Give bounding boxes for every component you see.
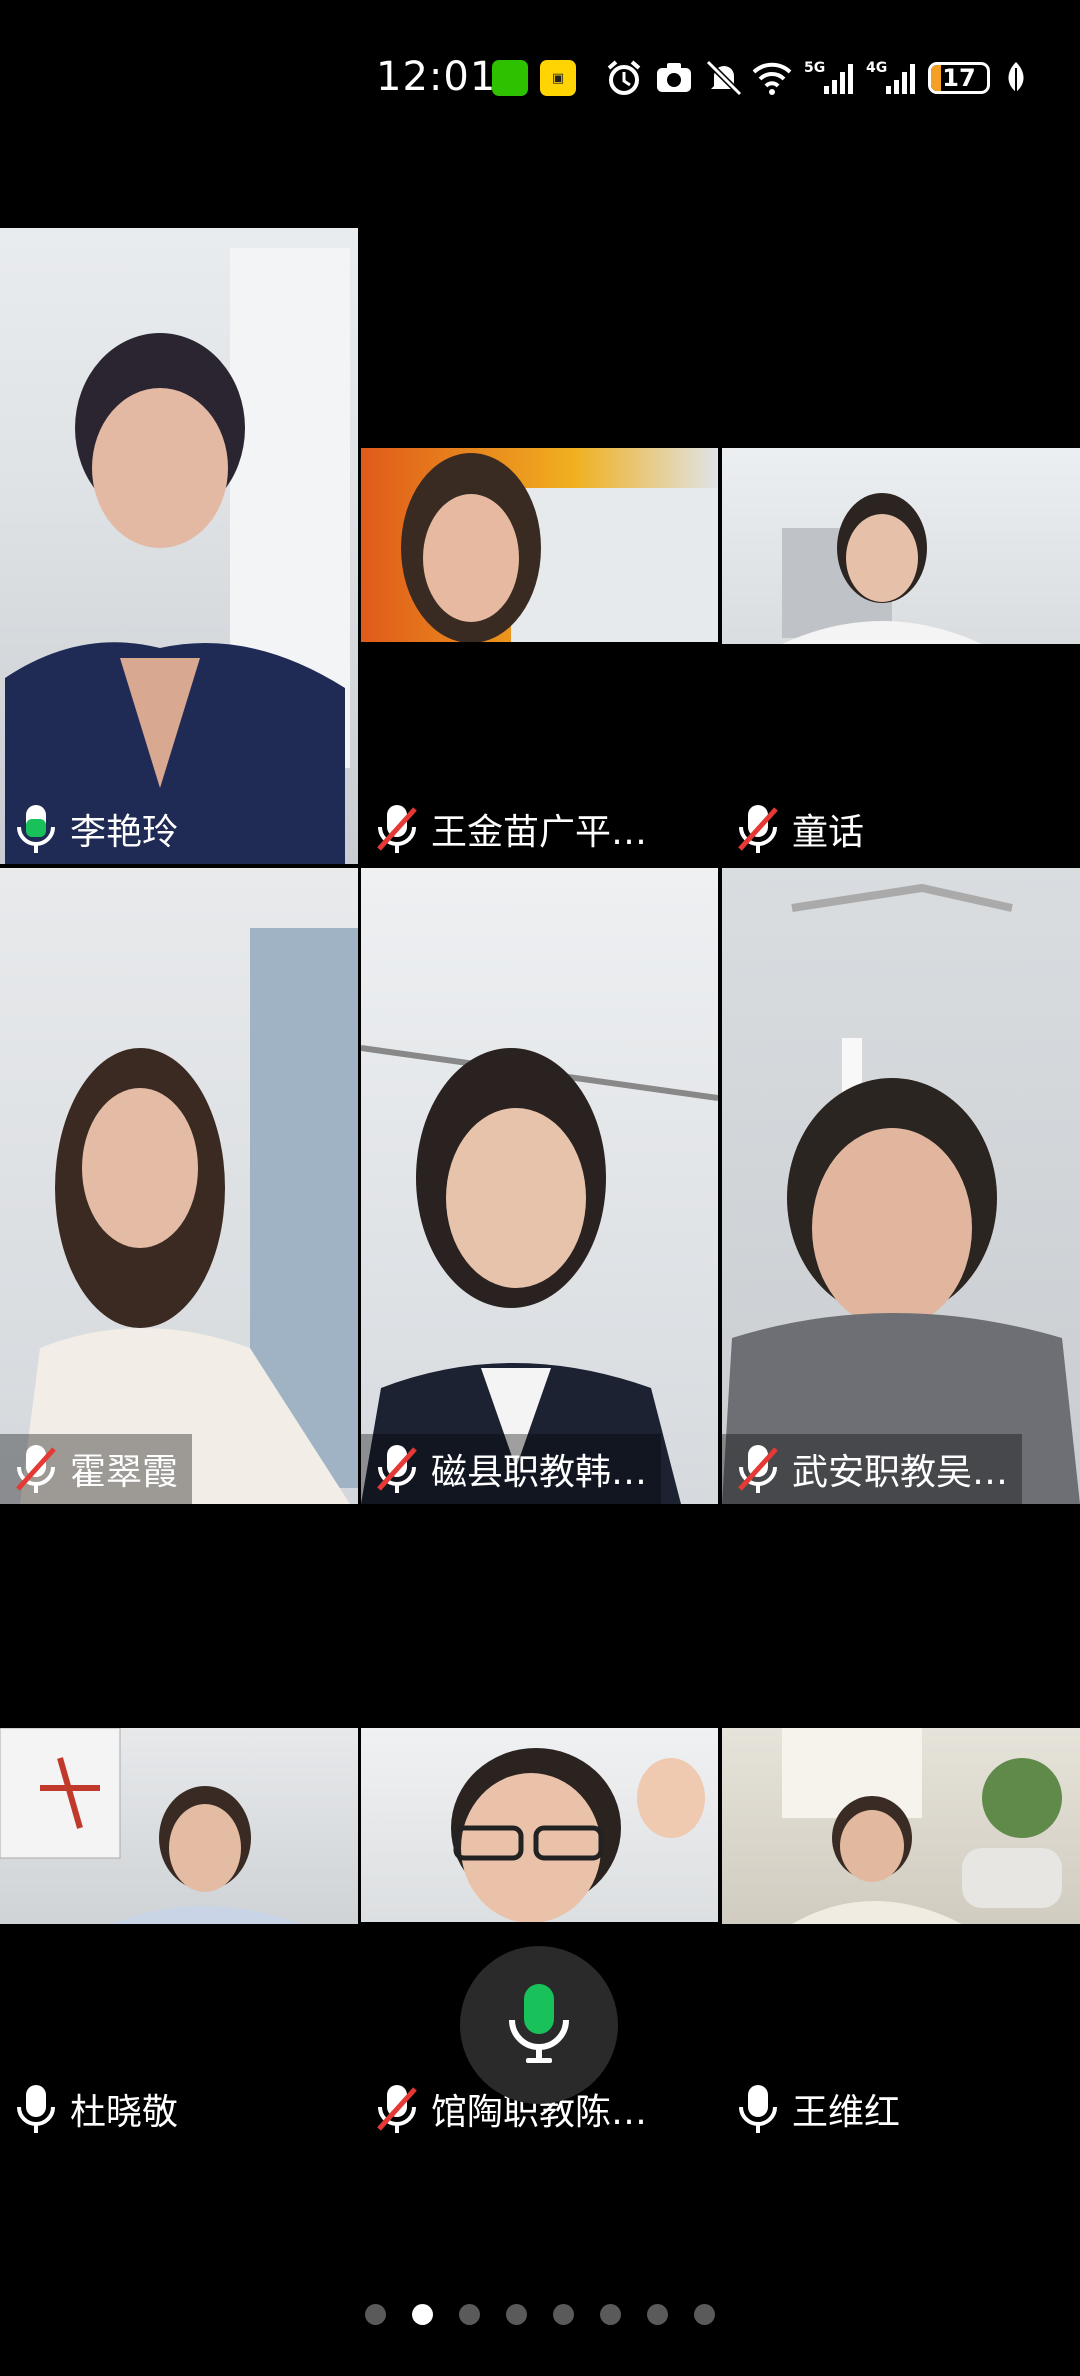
participant-label: 武安职教吴… (722, 1434, 1023, 1504)
signal-icon: 5G (804, 60, 853, 94)
page-dot[interactable] (647, 2304, 668, 2325)
status-bar: 12:01 ▣ 5G 4G 17 (0, 48, 1080, 108)
page-dot[interactable] (553, 2304, 574, 2325)
mic-muted-icon (377, 1445, 417, 1493)
mic-muted-icon (738, 1445, 778, 1493)
page-indicator (0, 2304, 1080, 2328)
wechat-icon (492, 60, 528, 96)
participant-name: 李艳玲 (70, 812, 179, 853)
mic-icon (739, 2085, 777, 2133)
mic-muted-icon (377, 2085, 417, 2133)
page-dot[interactable] (365, 2304, 386, 2325)
mute-icon (705, 59, 743, 97)
mic-muted-icon (738, 805, 778, 853)
participant-label: 磁县职教韩… (361, 1434, 662, 1504)
participant-tile-2[interactable]: 王金苗广平… (361, 448, 718, 864)
participant-label: 王金苗广平… (361, 794, 661, 864)
participant-tile-9[interactable]: 王维红 (722, 1728, 1080, 2144)
app-badge-icon: ▣ (540, 60, 576, 96)
participant-video (0, 1728, 358, 1924)
wifi-icon (752, 62, 792, 95)
participant-video (0, 228, 358, 864)
participant-name: 霍翠霞 (70, 1452, 179, 1493)
mic-icon (17, 2085, 55, 2133)
page-dot[interactable] (694, 2304, 715, 2325)
participant-name: 杜晓敬 (70, 2092, 179, 2133)
svg-text:4G: 4G (866, 60, 887, 76)
mic-toggle-button[interactable] (460, 1946, 618, 2104)
microphone-icon (509, 1984, 569, 2063)
participant-name: 武安职教吴… (792, 1452, 1009, 1493)
participant-video (722, 1728, 1080, 1924)
participant-name: 王金苗广平… (431, 812, 648, 853)
participant-video (361, 448, 718, 642)
page-dot[interactable] (600, 2304, 621, 2325)
mic-active-icon (17, 805, 55, 853)
mic-muted-icon (377, 805, 417, 853)
participant-video (722, 448, 1080, 644)
camera-icon (657, 63, 691, 92)
participant-name: 童话 (792, 812, 865, 853)
participant-label: 王维红 (722, 2074, 914, 2144)
participant-video (361, 1728, 718, 1922)
participant-label: 杜晓敬 (0, 2074, 192, 2144)
participant-tile-6[interactable]: 武安职教吴… (722, 868, 1080, 1504)
mic-muted-icon (16, 1445, 56, 1493)
page-dot-active[interactable] (412, 2304, 433, 2325)
participant-video (722, 868, 1080, 1504)
page-dot[interactable] (459, 2304, 480, 2325)
signal-icon-2: 4G (866, 60, 915, 94)
participant-tile-7[interactable]: 杜晓敬 (0, 1728, 358, 2144)
battery-icon: 17 (928, 62, 990, 94)
participant-tile-4[interactable]: 霍翠霞 (0, 868, 358, 1504)
participant-video (361, 868, 718, 1504)
participant-tile-5[interactable]: 磁县职教韩… (361, 868, 718, 1504)
page-dot[interactable] (506, 2304, 527, 2325)
participant-tile-1[interactable]: 李艳玲 (0, 228, 358, 864)
participant-tile-3[interactable]: 童话 (722, 448, 1080, 864)
participant-name: 磁县职教韩… (431, 1452, 648, 1493)
alarm-icon (607, 60, 641, 95)
participant-name: 王维红 (792, 2092, 901, 2133)
participant-label: 童话 (722, 794, 878, 864)
participant-label: 李艳玲 (0, 794, 192, 864)
participant-video (0, 868, 358, 1504)
leaf-icon (1008, 62, 1024, 94)
clock: 12:01 (376, 54, 497, 100)
participant-label: 霍翠霞 (0, 1434, 193, 1504)
svg-text:5G: 5G (804, 60, 825, 76)
